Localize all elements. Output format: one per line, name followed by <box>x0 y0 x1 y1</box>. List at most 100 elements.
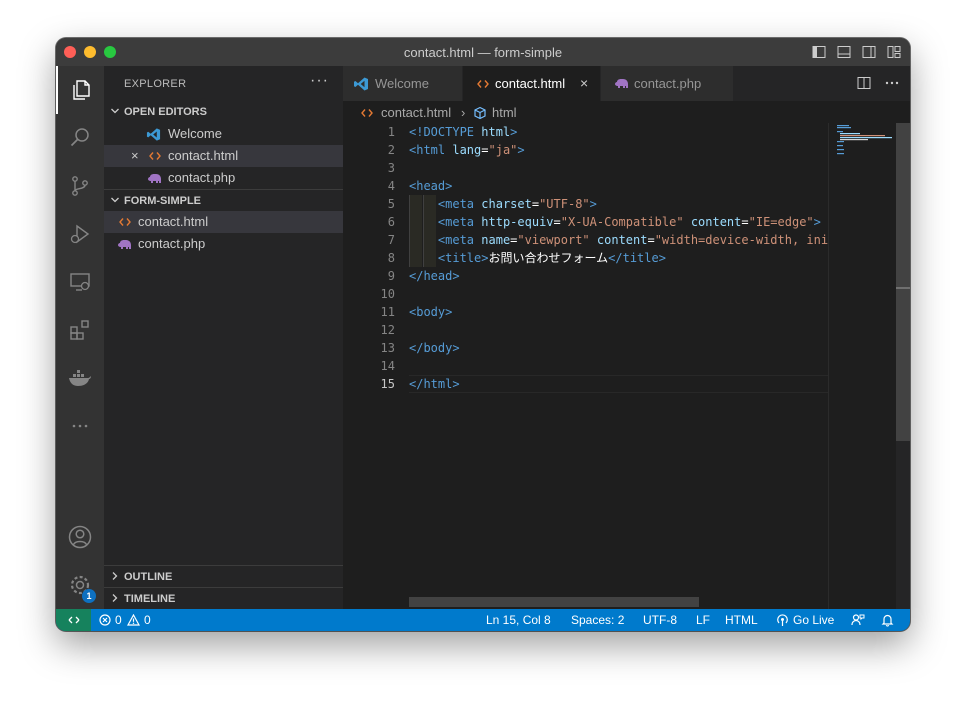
timeline-label: TIMELINE <box>124 593 176 605</box>
line-number[interactable]: 13 <box>343 339 395 357</box>
outline-header[interactable]: OUTLINE <box>104 565 343 587</box>
more-icon[interactable] <box>56 402 104 450</box>
breadcrumb-separator: › <box>461 105 466 120</box>
line-number[interactable]: 5 <box>343 195 395 213</box>
status-bar: 0 0 Ln 15, Col 8 Spaces: 2 UTF-8 LF HTML… <box>56 609 910 631</box>
vertical-scrollbar-thumb[interactable] <box>896 123 910 441</box>
line-number[interactable]: 4 <box>343 177 395 195</box>
php-icon <box>615 79 628 88</box>
line-number[interactable]: 1 <box>343 123 395 141</box>
breadcrumb-symbol[interactable]: html <box>492 105 517 120</box>
source-control-icon[interactable] <box>56 162 104 210</box>
minimap[interactable] <box>828 123 896 609</box>
php-icon <box>118 240 131 249</box>
php-icon <box>148 174 161 183</box>
line-number[interactable]: 2 <box>343 141 395 159</box>
breadcrumb-file[interactable]: contact.html <box>381 105 451 120</box>
open-editors-label: OPEN EDITORS <box>124 106 207 118</box>
line-number[interactable]: 15 <box>343 375 395 393</box>
language-mode[interactable]: HTML <box>725 613 758 627</box>
split-layout-icon[interactable] <box>861 44 877 60</box>
code-line[interactable]: <meta charset="UTF-8"> <box>409 195 597 213</box>
cursor-position[interactable]: Ln 15, Col 8 <box>486 613 551 627</box>
code-line[interactable]: <meta name="viewport" content="width=dev… <box>409 231 828 249</box>
settings-badge: 1 <box>82 589 96 603</box>
tab-contact-html[interactable]: contact.html × <box>463 66 601 101</box>
open-editors-header[interactable]: OPEN EDITORS <box>104 101 343 123</box>
line-number[interactable]: 11 <box>343 303 395 321</box>
end-of-line[interactable]: LF <box>696 613 710 627</box>
explorer-sidebar: EXPLORER ··· OPEN EDITORS Welcome × cont… <box>104 66 343 609</box>
code-line[interactable]: <meta http-equiv="X-UA-Compatible" conte… <box>409 213 821 231</box>
go-live-button[interactable]: Go Live <box>793 613 834 627</box>
line-number[interactable]: 7 <box>343 231 395 249</box>
more-actions-icon[interactable] <box>884 75 900 91</box>
file-label: contact.php <box>138 236 206 251</box>
files-icon[interactable] <box>56 66 104 114</box>
warning-icon <box>127 614 140 626</box>
settings-gear-icon[interactable]: 1 <box>56 561 104 609</box>
line-number[interactable]: 8 <box>343 249 395 267</box>
panel-toggle-icon[interactable] <box>836 44 852 60</box>
line-number[interactable]: 6 <box>343 213 395 231</box>
encoding[interactable]: UTF-8 <box>643 613 677 627</box>
code-line[interactable]: </html> <box>409 375 460 393</box>
docker-icon[interactable] <box>56 354 104 402</box>
feedback-icon[interactable] <box>851 613 865 627</box>
explorer-more-button[interactable]: ··· <box>310 72 329 90</box>
customize-layout-icon[interactable] <box>886 44 902 60</box>
broadcast-icon <box>777 614 788 626</box>
error-count[interactable]: 0 <box>115 613 122 627</box>
timeline-header[interactable]: TIMELINE <box>104 587 343 609</box>
horizontal-scrollbar[interactable] <box>409 597 699 607</box>
indentation[interactable]: Spaces: 2 <box>571 613 624 627</box>
open-editor-label: Welcome <box>168 126 222 141</box>
file-contact-html[interactable]: contact.html <box>104 211 343 233</box>
search-icon[interactable] <box>56 114 104 162</box>
extensions-icon[interactable] <box>56 306 104 354</box>
code-editor[interactable]: 1 2 3 4 5 6 7 8 9 10 11 12 13 14 15 <!DOCTYPE html> <ht… <box>343 123 828 609</box>
bell-icon[interactable] <box>881 613 894 627</box>
account-icon[interactable] <box>56 513 104 561</box>
warning-count[interactable]: 0 <box>144 613 151 627</box>
explorer-title: EXPLORER <box>124 78 187 90</box>
close-editor-button[interactable]: × <box>131 148 139 163</box>
line-number[interactable]: 10 <box>343 285 395 303</box>
vscode-window: contact.html — form-simple 1 EXPLORER ··… <box>56 38 910 631</box>
code-line[interactable]: </head> <box>409 267 460 285</box>
tab-welcome[interactable]: Welcome <box>343 66 463 101</box>
line-number[interactable]: 3 <box>343 159 395 177</box>
code-line[interactable]: <title>お問い合わせフォーム</title> <box>409 249 666 267</box>
open-editor-label: contact.php <box>168 170 236 185</box>
folder-header[interactable]: FORM-SIMPLE <box>104 189 343 211</box>
file-contact-php[interactable]: contact.php <box>104 233 343 255</box>
code-line[interactable]: </body> <box>409 339 460 357</box>
remote-explorer-icon[interactable] <box>56 258 104 306</box>
line-number[interactable]: 9 <box>343 267 395 285</box>
tab-label: contact.html <box>495 76 566 91</box>
vscode-icon <box>146 128 161 141</box>
sidebar-toggle-icon[interactable] <box>811 44 827 60</box>
chevron-right-icon <box>112 572 118 580</box>
remote-button[interactable] <box>56 609 91 631</box>
split-editor-icon[interactable] <box>856 75 872 91</box>
tab-contact-php[interactable]: contact.php <box>601 66 734 101</box>
open-editor-contact-html[interactable]: × contact.html <box>104 145 343 167</box>
code-line[interactable]: <head> <box>409 177 452 195</box>
minimap-preview <box>837 125 892 155</box>
code-line[interactable]: <html lang="ja"> <box>409 141 525 159</box>
open-editor-contact-php[interactable]: contact.php <box>104 167 343 189</box>
close-tab-button[interactable]: × <box>580 75 588 91</box>
line-number[interactable]: 14 <box>343 357 395 375</box>
html-icon <box>149 152 161 160</box>
code-line[interactable]: <body> <box>409 303 452 321</box>
html-icon <box>361 109 373 117</box>
chevron-down-icon <box>111 197 119 203</box>
open-editor-welcome[interactable]: Welcome <box>104 123 343 145</box>
code-line[interactable]: <!DOCTYPE html> <box>409 123 517 141</box>
tab-label: contact.php <box>634 76 702 91</box>
run-debug-icon[interactable] <box>56 210 104 258</box>
breadcrumb: contact.html › html <box>343 101 886 123</box>
line-number[interactable]: 12 <box>343 321 395 339</box>
open-editor-label: contact.html <box>168 148 239 163</box>
